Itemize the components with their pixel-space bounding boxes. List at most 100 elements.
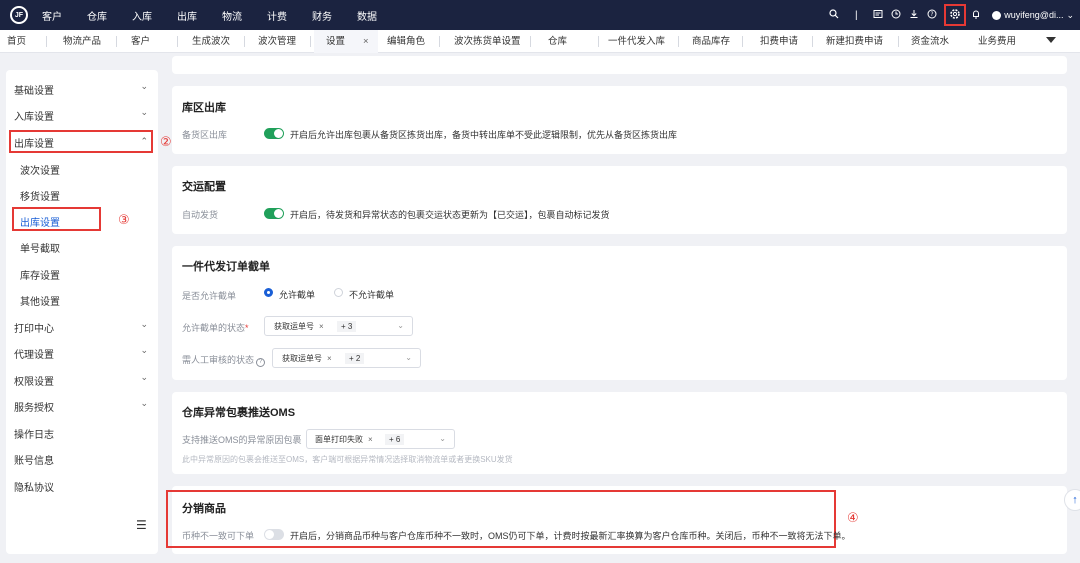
top-menu-item-data[interactable]: 数据: [357, 8, 377, 23]
tab-divider: [812, 36, 813, 47]
chevron-up-icon[interactable]: ⌃: [140, 136, 148, 147]
currency-mismatch-toggle[interactable]: [264, 529, 284, 540]
tab-divider: [116, 36, 117, 47]
area-outbound-toggle[interactable]: [264, 128, 284, 139]
close-icon[interactable]: ×: [327, 354, 332, 363]
sidebar-item-privacy-policy[interactable]: 隐私协议: [14, 479, 54, 494]
abnormal-hint: 此中异常原因的包裹会推送至OMS，客户端可根据异常情况选择取消物流单或者更换SK…: [182, 455, 513, 464]
annotation-mark-4: ④: [847, 510, 859, 525]
bell-icon[interactable]: [968, 9, 984, 22]
tab-settings[interactable]: 设置 ×: [314, 30, 378, 53]
dropship-cutoff-card: 一件代发订单截单 是否允许截单 允许截单 不允许截单 允许截单的状态* 获取运单…: [172, 246, 1067, 380]
more-tags-count: + 6: [385, 434, 405, 445]
tab-fund-flow[interactable]: 资金流水: [911, 30, 949, 53]
currency-mismatch-label: 币种不一致可下单: [182, 531, 255, 541]
clock-icon[interactable]: [888, 9, 904, 22]
tab-customer[interactable]: 客户: [131, 30, 150, 53]
sidebar-item-account-info[interactable]: 账号信息: [14, 452, 54, 467]
top-menu-item-outbound[interactable]: 出库: [177, 8, 197, 23]
download-icon[interactable]: [906, 9, 922, 22]
tab-product-inventory[interactable]: 商品库存: [692, 30, 730, 53]
top-menu-item-logistics[interactable]: 物流: [222, 8, 242, 23]
help-icon[interactable]: ?: [924, 9, 940, 22]
chevron-down-icon[interactable]: ⌄: [140, 372, 148, 383]
tab-home[interactable]: 首页: [7, 30, 26, 53]
svg-text:?: ?: [931, 11, 934, 18]
top-menu: 客户 仓库 入库 出库 物流 计费 财务 数据: [42, 8, 402, 23]
previous-section-card: [172, 56, 1067, 74]
tabs-more-icon[interactable]: [1046, 37, 1056, 43]
tab-warehouse[interactable]: 仓库: [548, 30, 567, 53]
collapse-sidebar-icon[interactable]: ☰: [136, 518, 147, 532]
area-outbound-card: 库区出库 备货区出库 开启后允许出库包裹从备货区拣货出库，备货中转出库单不受此逻…: [172, 86, 1067, 154]
tab-divider: [177, 36, 178, 47]
tab-divider: [898, 36, 899, 47]
allow-cutoff-option[interactable]: 允许截单: [279, 288, 315, 301]
sidebar-item-other-settings[interactable]: 其他设置: [20, 293, 60, 308]
sidebar-item-print-center[interactable]: 打印中心: [14, 320, 54, 335]
auto-ship-desc: 开启后，待发货和异常状态的包裹交运状态更新为【已交运】，包裹自动标记发货: [290, 210, 610, 220]
sidebar-item-service-authorization[interactable]: 服务授权: [14, 399, 54, 414]
top-nav-bar: JF 客户 仓库 入库 出库 物流 计费 财务 数据 | ? wuyifeng@…: [0, 0, 1080, 30]
divider: |: [854, 9, 858, 21]
chevron-down-icon[interactable]: ⌄: [140, 319, 148, 330]
chevron-down-icon[interactable]: ⌄: [140, 107, 148, 118]
chevron-down-icon[interactable]: ⌄: [140, 81, 148, 92]
more-tags-count: + 3: [337, 321, 357, 332]
deny-cutoff-radio[interactable]: [334, 288, 343, 297]
tab-edit-role[interactable]: 编辑角色: [387, 30, 425, 53]
tab-dropship-inbound[interactable]: 一件代发入库: [608, 30, 665, 53]
distribution-card: 分销商品 币种不一致可下单 开启后，分销商品币种与客户仓库币种不一致时，OMS仍…: [166, 486, 1067, 554]
sidebar-item-outbound-sub-settings[interactable]: 出库设置: [20, 214, 60, 229]
abnormal-reason-select[interactable]: 面单打印失败 × + 6 ⌄: [306, 429, 455, 449]
user-name: wuyifeng@di...: [1004, 10, 1064, 20]
chevron-down-icon[interactable]: ⌄: [140, 398, 148, 409]
close-icon[interactable]: ×: [363, 36, 369, 47]
cutoff-status-select[interactable]: 获取运单号 × + 3 ⌄: [264, 316, 413, 336]
manual-review-select[interactable]: 获取运单号 × + 2 ⌄: [272, 348, 421, 368]
sidebar-item-outbound-settings[interactable]: 出库设置: [14, 135, 54, 150]
tab-generate-wave[interactable]: 生成波次: [192, 30, 230, 53]
chevron-down-icon: ⌄: [439, 434, 446, 443]
deny-cutoff-option[interactable]: 不允许截单: [349, 288, 394, 301]
close-icon[interactable]: ×: [368, 435, 373, 444]
tab-divider: [310, 36, 311, 47]
close-icon[interactable]: ×: [319, 322, 324, 331]
annotation-mark-3: ③: [118, 212, 130, 227]
tab-logistics-products[interactable]: 物流产品: [63, 30, 101, 53]
top-menu-item-warehouse[interactable]: 仓库: [87, 8, 107, 23]
tab-new-deduction-request[interactable]: 新建扣费申请: [826, 30, 883, 53]
back-to-top-button[interactable]: ↑: [1064, 489, 1080, 511]
tab-settings-label: 设置: [326, 36, 346, 47]
app-logo[interactable]: JF: [10, 6, 28, 24]
auto-ship-label: 自动发货: [182, 210, 219, 220]
help-icon[interactable]: ?: [256, 358, 266, 367]
status-tag: 获取运单号 ×: [274, 322, 324, 331]
sidebar-item-inbound-settings[interactable]: 入库设置: [14, 108, 54, 123]
sidebar-item-number-cut[interactable]: 单号截取: [20, 240, 60, 255]
auto-ship-toggle[interactable]: [264, 208, 284, 219]
search-icon[interactable]: [826, 8, 842, 22]
tab-deduction-request[interactable]: 扣费申请: [760, 30, 798, 53]
top-menu-item-customer[interactable]: 客户: [42, 8, 62, 23]
tab-wave-picking-settings[interactable]: 波次拣货单设置: [454, 30, 521, 53]
tab-wave-management[interactable]: 波次管理: [258, 30, 296, 53]
sidebar-item-operation-log[interactable]: 操作日志: [14, 426, 54, 441]
top-menu-item-inbound[interactable]: 入库: [132, 8, 152, 23]
sidebar-item-basic-settings[interactable]: 基础设置: [14, 82, 54, 97]
message-icon[interactable]: [870, 9, 886, 22]
sidebar-item-agent-settings[interactable]: 代理设置: [14, 346, 54, 361]
sidebar-item-move-settings[interactable]: 移货设置: [20, 188, 60, 203]
gear-icon[interactable]: [949, 8, 961, 23]
sidebar-item-permission-settings[interactable]: 权限设置: [14, 373, 54, 388]
allow-cutoff-radio[interactable]: [264, 288, 273, 297]
handover-card: 交运配置 自动发货 开启后，待发货和异常状态的包裹交运状态更新为【已交运】，包裹…: [172, 166, 1067, 234]
sidebar-item-wave-settings[interactable]: 波次设置: [20, 162, 60, 177]
settings-sidebar: 基础设置 ⌄ 入库设置 ⌄ 出库设置 ⌃ 波次设置 移货设置 出库设置 单号截取…: [6, 70, 158, 554]
user-menu[interactable]: wuyifeng@di... ⌄: [992, 10, 1074, 21]
chevron-down-icon[interactable]: ⌄: [140, 345, 148, 356]
top-menu-item-billing[interactable]: 计费: [267, 8, 287, 23]
sidebar-item-stock-settings[interactable]: 库存设置: [20, 267, 60, 282]
top-menu-item-finance[interactable]: 财务: [312, 8, 332, 23]
tab-business-fees[interactable]: 业务费用: [978, 30, 1016, 53]
